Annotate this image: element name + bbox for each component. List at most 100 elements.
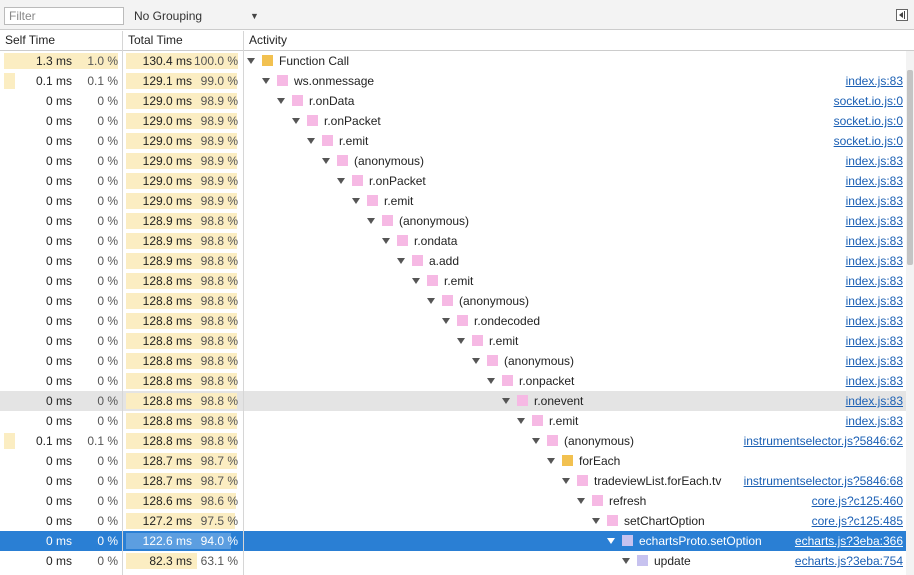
source-link[interactable]: index.js:83 — [846, 391, 903, 411]
expand-toggle-icon[interactable] — [307, 138, 315, 144]
activity-name: r.emit — [489, 334, 519, 348]
source-link[interactable]: index.js:83 — [846, 411, 903, 431]
table-row[interactable]: 0.1 ms 0.1 % 128.8 ms 98.8 % (anonymous) inst… — [0, 431, 914, 451]
table-row[interactable]: 0 ms 0 % 128.9 ms 98.8 % r.ondata index.js:83 — [0, 231, 914, 251]
expand-toggle-icon[interactable] — [367, 218, 375, 224]
self-time-value: 1.3 ms — [35, 54, 72, 68]
expand-toggle-icon[interactable] — [352, 198, 360, 204]
table-row[interactable]: 0 ms 0 % 129.0 ms 98.9 % (anonymous) index.js… — [0, 151, 914, 171]
table-row[interactable]: 0 ms 0 % 129.0 ms 98.9 % r.onPacket socket.io… — [0, 111, 914, 131]
expand-toggle-icon[interactable] — [262, 78, 270, 84]
table-row[interactable]: 0 ms 0 % 128.7 ms 98.7 % tradeviewList.forEa… — [0, 471, 914, 491]
expand-toggle-icon[interactable] — [607, 538, 615, 544]
source-link[interactable]: socket.io.js:0 — [834, 111, 903, 131]
expand-toggle-icon[interactable] — [427, 298, 435, 304]
table-row[interactable]: 0 ms 0 % 128.9 ms 98.8 % a.add index.js:83 — [0, 251, 914, 271]
table-row[interactable]: 0 ms 0 % 128.8 ms 98.8 % r.emit index.js:83 — [0, 331, 914, 351]
source-link[interactable]: index.js:83 — [846, 271, 903, 291]
source-link[interactable]: instrumentselector.js?5846:62 — [744, 431, 903, 451]
expand-toggle-icon[interactable] — [502, 398, 510, 404]
table-row[interactable]: 0 ms 0 % 128.8 ms 98.8 % r.emit index.js:83 — [0, 411, 914, 431]
source-link[interactable]: socket.io.js:0 — [834, 91, 903, 111]
source-link[interactable]: echarts.js?3eba:366 — [795, 531, 903, 551]
expand-toggle-icon[interactable] — [412, 278, 420, 284]
activity-name: r.emit — [549, 414, 579, 428]
table-row[interactable]: 0 ms 0 % 128.8 ms 98.8 % (anonymous) index.js… — [0, 351, 914, 371]
table-row[interactable]: 0 ms 0 % 128.8 ms 98.8 % (anonymous) index.js… — [0, 291, 914, 311]
scrollbar-thumb[interactable] — [907, 70, 913, 265]
table-row[interactable]: 0.1 ms 0.1 % 129.1 ms 99.0 % ws.onmessage ind… — [0, 71, 914, 91]
source-link[interactable]: index.js:83 — [846, 291, 903, 311]
expand-toggle-icon[interactable] — [457, 338, 465, 344]
expand-toggle-icon[interactable] — [592, 518, 600, 524]
expand-toggle-icon[interactable] — [277, 98, 285, 104]
source-link[interactable]: index.js:83 — [846, 331, 903, 351]
expand-toggle-icon[interactable] — [517, 418, 525, 424]
table-row[interactable]: 0 ms 0 % 128.7 ms 98.7 % forEach — [0, 451, 914, 471]
total-time-value: 128.7 ms — [142, 474, 192, 488]
table-row[interactable]: 0 ms 0 % 129.0 ms 98.9 % r.onPacket index.js:… — [0, 171, 914, 191]
source-link[interactable]: core.js?c125:460 — [812, 491, 903, 511]
table-row[interactable]: 0 ms 0 % 127.2 ms 97.5 % setChartOption core.… — [0, 511, 914, 531]
expand-toggle-icon[interactable] — [337, 178, 345, 184]
self-time-percent: 0 % — [97, 274, 118, 288]
source-link[interactable]: socket.io.js:0 — [834, 131, 903, 151]
activity-color-icon — [382, 215, 393, 226]
table-row[interactable]: 0 ms 0 % 128.8 ms 98.8 % r.emit index.js:83 — [0, 271, 914, 291]
filter-input[interactable] — [4, 7, 124, 25]
self-time-percent: 1.0 % — [87, 54, 118, 68]
self-time-header[interactable]: Self Time — [0, 31, 122, 50]
source-link[interactable]: instrumentselector.js?5846:68 — [744, 471, 903, 491]
source-link[interactable]: index.js:83 — [846, 371, 903, 391]
table-row[interactable]: 0 ms 0 % 128.8 ms 98.8 % r.ondecoded index.js… — [0, 311, 914, 331]
table-row[interactable]: 0 ms 0 % 128.6 ms 98.6 % refresh core.js?c125… — [0, 491, 914, 511]
source-link[interactable]: index.js:83 — [846, 151, 903, 171]
expand-toggle-icon[interactable] — [472, 358, 480, 364]
expand-toggle-icon[interactable] — [577, 498, 585, 504]
expand-toggle-icon[interactable] — [322, 158, 330, 164]
expand-toggle-icon[interactable] — [547, 458, 555, 464]
source-link[interactable]: index.js:83 — [846, 311, 903, 331]
activity-color-icon — [397, 235, 408, 246]
grouping-dropdown[interactable]: No Grouping ▼ — [128, 7, 269, 25]
table-row[interactable]: 0 ms 0 % 128.8 ms 98.8 % r.onpacket index.js:… — [0, 371, 914, 391]
source-link[interactable]: index.js:83 — [846, 231, 903, 251]
self-time-value: 0 ms — [45, 554, 72, 568]
source-link[interactable]: index.js:83 — [846, 351, 903, 371]
expand-toggle-icon[interactable] — [247, 58, 255, 64]
table-row[interactable]: 0 ms 0 % 129.0 ms 98.9 % r.emit index.js:83 — [0, 191, 914, 211]
table-row[interactable]: 0 ms 0 % 128.9 ms 98.8 % (anonymous) index.js… — [0, 211, 914, 231]
activity-color-icon — [472, 335, 483, 346]
expand-toggle-icon[interactable] — [487, 378, 495, 384]
activity-color-icon — [337, 155, 348, 166]
table-row[interactable]: 0 ms 0 % 128.8 ms 98.8 % r.onevent index.js:8… — [0, 391, 914, 411]
source-link[interactable]: index.js:83 — [846, 171, 903, 191]
expand-toggle-icon[interactable] — [292, 118, 300, 124]
total-time-header[interactable]: Total Time — [122, 31, 243, 50]
source-link[interactable]: core.js?c125:485 — [812, 511, 903, 531]
expand-toggle-icon[interactable] — [382, 238, 390, 244]
table-row[interactable]: 0 ms 0 % 129.0 ms 98.9 % r.emit socket.io.js:… — [0, 131, 914, 151]
expand-toggle-icon[interactable] — [562, 478, 570, 484]
total-time-value: 129.0 ms — [142, 154, 192, 168]
expand-toggle-icon[interactable] — [532, 438, 540, 444]
table-row[interactable]: 0 ms 0 % 122.6 ms 94.0 % echartsProto.setOpt… — [0, 531, 914, 551]
table-row[interactable]: 0 ms 0 % 82.3 ms 63.1 % update echarts.js?3eb… — [0, 551, 914, 571]
activity-name: (anonymous) — [564, 434, 635, 448]
source-link[interactable]: index.js:83 — [846, 191, 903, 211]
source-link[interactable]: index.js:83 — [846, 211, 903, 231]
source-link[interactable]: index.js:83 — [846, 251, 903, 271]
expand-toggle-icon[interactable] — [397, 258, 405, 264]
self-time-value: 0 ms — [45, 394, 72, 408]
expand-toggle-icon[interactable] — [442, 318, 450, 324]
self-time-value: 0 ms — [45, 374, 72, 388]
table-row[interactable]: 0 ms 0 % 129.0 ms 98.9 % r.onData socket.io.j… — [0, 91, 914, 111]
collapse-sidebar-icon[interactable] — [896, 9, 908, 21]
source-link[interactable]: echarts.js?3eba:754 — [795, 551, 903, 571]
expand-toggle-icon[interactable] — [622, 558, 630, 564]
self-time-percent: 0.1 % — [87, 74, 118, 88]
source-link[interactable]: index.js:83 — [846, 71, 903, 91]
activity-color-icon — [637, 555, 648, 566]
activity-header[interactable]: Activity — [243, 31, 914, 50]
table-row[interactable]: 1.3 ms 1.0 % 130.4 ms 100.0 % Function Call — [0, 51, 914, 71]
